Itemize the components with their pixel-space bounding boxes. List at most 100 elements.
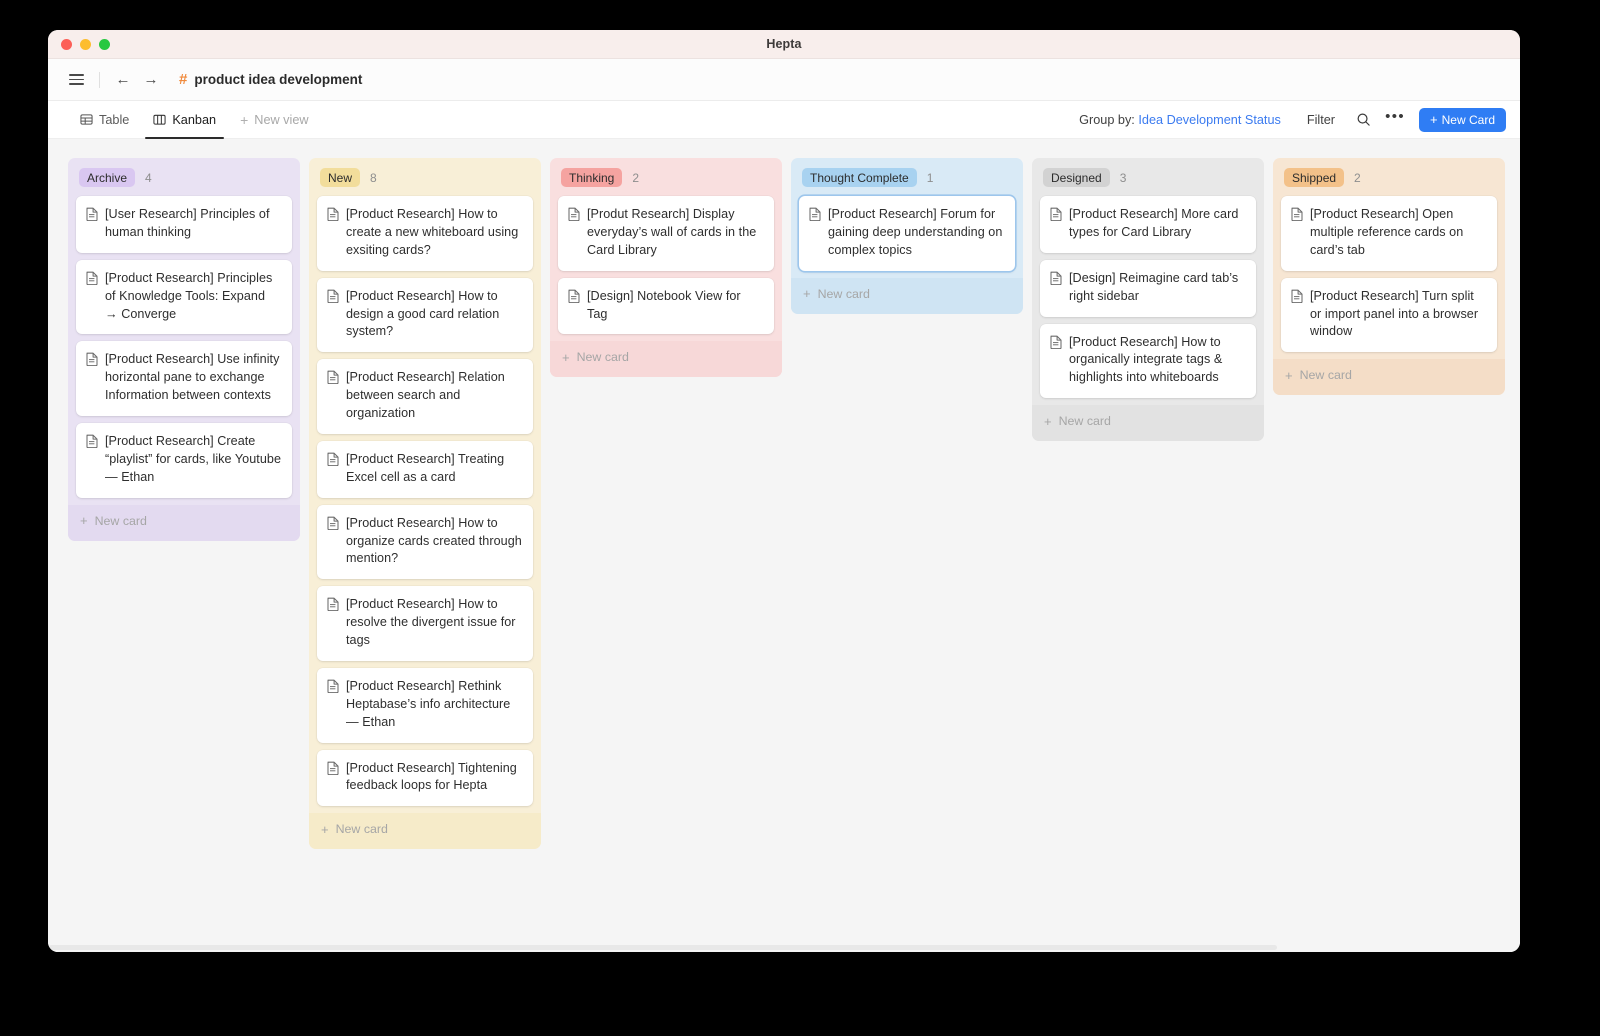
column-status-chip[interactable]: New	[320, 168, 360, 187]
kanban-card[interactable]: [Design] Notebook View for Tag	[558, 278, 774, 335]
column-header: Thinking 2	[558, 167, 774, 196]
new-card-button[interactable]: + New Card	[1419, 108, 1506, 132]
window-title: Hepta	[48, 37, 1520, 51]
kanban-card[interactable]: [User Research] Principles of human thin…	[76, 196, 292, 253]
column-card-count: 2	[632, 171, 639, 185]
column-card-list: [Produt Research] Display everyday’s wal…	[558, 196, 774, 341]
column-new-card-button[interactable]: + New card	[68, 505, 300, 541]
tab-kanban[interactable]: Kanban	[143, 101, 226, 138]
column-status-chip[interactable]: Thinking	[561, 168, 622, 187]
card-title: [Design] Notebook View for Tag	[587, 288, 763, 324]
document-icon	[568, 289, 580, 308]
column-card-list: [Product Research] Open multiple referen…	[1281, 196, 1497, 359]
document-icon	[327, 516, 339, 535]
column-header: New 8	[317, 167, 533, 196]
column-new-card-label: New card	[95, 514, 147, 528]
more-options-button[interactable]: •••	[1381, 108, 1409, 132]
card-title: [Product Research] Use infinity horizont…	[105, 351, 281, 405]
toolbar-divider	[99, 72, 100, 88]
kanban-card[interactable]: [Product Research] Create “playlist” for…	[76, 423, 292, 498]
kanban-card[interactable]: [Product Research] Open multiple referen…	[1281, 196, 1497, 271]
kanban-card[interactable]: [Product Research] Use infinity horizont…	[76, 341, 292, 416]
kanban-card[interactable]: [Product Research] More card types for C…	[1040, 196, 1256, 253]
column-header: Designed 3	[1040, 167, 1256, 196]
horizontal-scrollbar[interactable]	[49, 945, 1277, 950]
column-new-card-label: New card	[818, 287, 870, 301]
card-title: [Product Research] Rethink Heptabase’s i…	[346, 678, 522, 732]
kanban-card[interactable]: [Product Research] Turn split or import …	[1281, 278, 1497, 353]
forward-button[interactable]: →	[137, 67, 165, 93]
column-new-card-button[interactable]: + New card	[1273, 359, 1505, 395]
card-title: [Produt Research] Display everyday’s wal…	[587, 206, 763, 260]
back-button[interactable]: ←	[109, 67, 137, 93]
kanban-card[interactable]: [Product Research] How to organically in…	[1040, 324, 1256, 399]
kanban-column-thinking: Thinking 2 [Produt Research] Display eve…	[550, 158, 782, 377]
column-status-chip[interactable]: Archive	[79, 168, 135, 187]
column-new-card-button[interactable]: + New card	[550, 341, 782, 377]
card-title: [Product Research] Turn split or import …	[1310, 288, 1486, 342]
column-card-count: 2	[1354, 171, 1361, 185]
group-by-control[interactable]: Group by: Idea Development Status	[1079, 113, 1281, 127]
kanban-card[interactable]: [Product Research] How to organize cards…	[317, 505, 533, 580]
column-new-card-label: New card	[577, 350, 629, 364]
kanban-card[interactable]: [Product Research] Principles of Knowled…	[76, 260, 292, 335]
plus-icon: +	[80, 514, 88, 527]
kanban-card[interactable]: [Design] Reimagine card tab’s right side…	[1040, 260, 1256, 317]
column-header: Archive 4	[76, 167, 292, 196]
new-view-label: New view	[254, 113, 308, 127]
kanban-column-archive: Archive 4 [User Research] Principles of …	[68, 158, 300, 541]
document-icon	[568, 207, 580, 226]
kanban-card[interactable]: [Product Research] How to create a new w…	[317, 196, 533, 271]
plus-icon: +	[1285, 369, 1293, 382]
column-new-card-button[interactable]: + New card	[1032, 405, 1264, 441]
search-button[interactable]	[1349, 108, 1377, 132]
column-card-count: 3	[1120, 171, 1127, 185]
document-icon	[1291, 289, 1303, 308]
column-status-chip[interactable]: Designed	[1043, 168, 1110, 187]
kanban-card[interactable]: [Product Research] Treating Excel cell a…	[317, 441, 533, 498]
column-status-chip[interactable]: Thought Complete	[802, 168, 917, 187]
document-icon	[1050, 207, 1062, 226]
kanban-column-new: New 8 [Product Research] How to create a…	[309, 158, 541, 849]
filter-button[interactable]: Filter	[1299, 109, 1343, 131]
column-new-card-button[interactable]: + New card	[791, 278, 1023, 314]
arrow-left-icon: ←	[116, 72, 131, 87]
kanban-card[interactable]: [Product Research] How to design a good …	[317, 278, 533, 353]
view-tab-list: Table Kanban + New view	[70, 101, 319, 138]
kanban-card[interactable]: [Product Research] Relation between sear…	[317, 359, 533, 434]
kanban-card[interactable]: [Produt Research] Display everyday’s wal…	[558, 196, 774, 271]
group-by-value[interactable]: Idea Development Status	[1138, 113, 1280, 127]
board-scroll-area[interactable]: Archive 4 [User Research] Principles of …	[48, 139, 1520, 952]
card-title: [Product Research] How to organize cards…	[346, 515, 522, 569]
toolbar-actions: Group by: Idea Development Status Filter…	[1079, 108, 1506, 132]
card-title: [Product Research] More card types for C…	[1069, 206, 1245, 242]
tab-table[interactable]: Table	[70, 101, 139, 138]
document-icon	[1050, 335, 1062, 354]
document-icon	[86, 352, 98, 371]
sidebar-toggle-button[interactable]	[62, 67, 90, 93]
card-title: [Product Research] Relation between sear…	[346, 369, 522, 423]
column-new-card-label: New card	[336, 822, 388, 836]
kanban-board: Archive 4 [User Research] Principles of …	[48, 139, 1520, 952]
kanban-column-thought-complete: Thought Complete 1 [Product Research] Fo…	[791, 158, 1023, 314]
column-new-card-label: New card	[1059, 414, 1111, 428]
column-new-card-button[interactable]: + New card	[309, 813, 541, 849]
kanban-card[interactable]: [Product Research] How to resolve the di…	[317, 586, 533, 661]
kanban-card[interactable]: [Product Research] Forum for gaining dee…	[799, 196, 1015, 271]
hamburger-icon	[69, 74, 84, 85]
column-header: Thought Complete 1	[799, 167, 1015, 196]
card-title: [Design] Reimagine card tab’s right side…	[1069, 270, 1245, 306]
kanban-card[interactable]: [Product Research] Rethink Heptabase’s i…	[317, 668, 533, 743]
breadcrumb[interactable]: # product idea development	[179, 72, 362, 87]
column-new-card-label: New card	[1300, 368, 1352, 382]
column-card-list: [Product Research] How to create a new w…	[317, 196, 533, 813]
column-card-count: 4	[145, 171, 152, 185]
document-icon	[327, 679, 339, 698]
column-card-list: [Product Research] More card types for C…	[1040, 196, 1256, 405]
document-icon	[327, 289, 339, 308]
kanban-card[interactable]: [Product Research] Tightening feedback l…	[317, 750, 533, 807]
new-view-button[interactable]: + New view	[230, 101, 318, 138]
document-icon	[327, 597, 339, 616]
card-title: [Product Research] Create “playlist” for…	[105, 433, 281, 487]
column-status-chip[interactable]: Shipped	[1284, 168, 1344, 187]
